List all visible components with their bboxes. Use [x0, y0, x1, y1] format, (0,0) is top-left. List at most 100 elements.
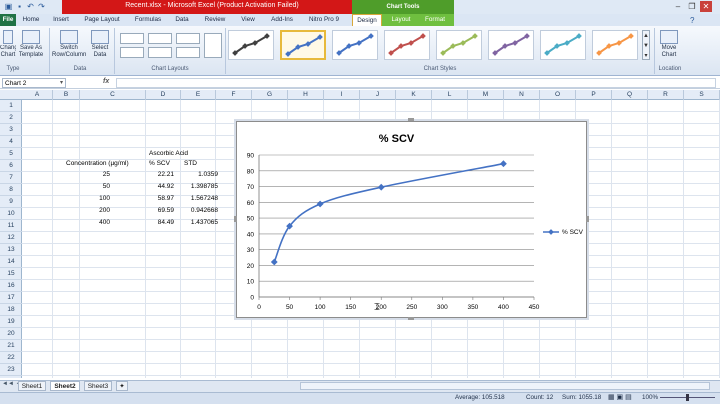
data-point-400[interactable] — [500, 160, 507, 168]
save-icon[interactable]: ▪ — [15, 2, 24, 11]
cell-std-3[interactable]: 1.567248 — [174, 193, 218, 205]
tab-design[interactable]: Design — [352, 14, 382, 26]
column-header-s[interactable]: S — [684, 90, 720, 100]
column-header-f[interactable]: F — [216, 90, 252, 100]
change-chart-type-button[interactable]: Change Chart Type — [0, 30, 16, 59]
move-chart-button[interactable]: Move Chart — [658, 30, 680, 59]
sheet-tab-1[interactable]: Sheet1 — [18, 381, 46, 391]
row-header-11[interactable]: 11 — [0, 220, 22, 232]
help-icon[interactable]: ? — [690, 16, 694, 25]
close-icon[interactable]: ✕ — [700, 1, 712, 12]
row-header-2[interactable]: 2 — [0, 112, 22, 124]
save-as-template-button[interactable]: Save As Template — [16, 30, 46, 59]
row-header-4[interactable]: 4 — [0, 136, 22, 148]
chart-layout-4[interactable] — [120, 47, 144, 58]
tab-formulas[interactable]: Formulas — [130, 14, 166, 26]
row-header-10[interactable]: 10 — [0, 208, 22, 220]
name-box-dropdown-icon[interactable]: ▾ — [60, 79, 63, 86]
chart-layout-2[interactable] — [148, 33, 172, 44]
chart-style-5[interactable] — [436, 30, 482, 60]
chart-layout-3[interactable] — [176, 33, 200, 44]
chart-layout-1[interactable] — [120, 33, 144, 44]
row-header-9[interactable]: 9 — [0, 196, 22, 208]
tab-data[interactable]: Data — [170, 14, 194, 26]
excel-icon[interactable]: ▣ — [4, 2, 13, 11]
row-header-14[interactable]: 14 — [0, 256, 22, 268]
column-header-m[interactable]: M — [468, 90, 504, 100]
series-line[interactable] — [273, 162, 504, 263]
restore-icon[interactable]: ❐ — [686, 1, 698, 12]
select-data-button[interactable]: Select Data — [88, 30, 112, 59]
row-header-1[interactable]: 1 — [0, 100, 22, 112]
tab-review[interactable]: Review — [200, 14, 230, 26]
switch-row-column-button[interactable]: Switch Row/Column — [52, 30, 86, 59]
tab-file[interactable]: File — [0, 14, 16, 26]
formula-input[interactable] — [116, 78, 716, 88]
column-header-c[interactable]: C — [80, 90, 146, 100]
minimize-icon[interactable]: – — [672, 1, 684, 12]
data-point-200[interactable] — [377, 183, 385, 191]
chart-title[interactable]: % SCV — [379, 133, 415, 145]
chart-resize-handle-bottom[interactable] — [408, 317, 414, 320]
chart-resize-handle-left[interactable] — [234, 216, 237, 222]
chart-2[interactable]: % SCV 0 10 20 30 40 50 60 70 80 90 0 50 100 150 200 250 3… — [236, 121, 587, 318]
row-header-15[interactable]: 15 — [0, 268, 22, 280]
cell-std-2[interactable]: 1.398785 — [174, 181, 218, 193]
row-header-19[interactable]: 19 — [0, 316, 22, 328]
chart-layouts-more[interactable] — [204, 33, 222, 58]
chart-style-3[interactable] — [332, 30, 378, 60]
row-header-3[interactable]: 3 — [0, 124, 22, 136]
column-header-r[interactable]: R — [648, 90, 684, 100]
row-header-22[interactable]: 22 — [0, 352, 22, 364]
tab-view[interactable]: View — [236, 14, 260, 26]
column-header-i[interactable]: I — [324, 90, 360, 100]
chart-style-6[interactable] — [488, 30, 534, 60]
cell-scv-1[interactable]: 22.21 — [130, 169, 174, 181]
row-header-7[interactable]: 7 — [0, 172, 22, 184]
tab-add-ins[interactable]: Add-Ins — [264, 14, 300, 26]
cell-scv-2[interactable]: 44.92 — [130, 181, 174, 193]
name-box[interactable]: Chart 2 — [2, 78, 66, 88]
insert-sheet-icon[interactable]: ✦ — [116, 381, 128, 391]
chart-resize-handle-right[interactable] — [586, 216, 589, 222]
column-header-b[interactable]: B — [53, 90, 80, 100]
data-point-25[interactable] — [270, 258, 278, 266]
data-point-100[interactable] — [316, 200, 324, 208]
column-header-n[interactable]: N — [504, 90, 540, 100]
row-header-8[interactable]: 8 — [0, 184, 22, 196]
cell-conc-1[interactable]: 25 — [66, 169, 110, 181]
view-normal-icon[interactable]: ▦ ▣ ▤ — [608, 393, 632, 403]
tab-nitro[interactable]: Nitro Pro 9 — [304, 14, 344, 26]
redo-icon[interactable]: ↷ — [37, 2, 46, 11]
cell-std-1[interactable]: 1.0359 — [174, 169, 218, 181]
sheet-tab-3[interactable]: Sheet3 — [84, 381, 112, 391]
column-header-g[interactable]: G — [252, 90, 288, 100]
zoom-level[interactable]: 100% — [642, 393, 658, 403]
tab-format[interactable]: Format — [420, 14, 450, 26]
row-header-17[interactable]: 17 — [0, 292, 22, 304]
cell-std-5[interactable]: 1.437065 — [174, 217, 218, 229]
row-header-13[interactable]: 13 — [0, 244, 22, 256]
chart-style-2[interactable] — [280, 30, 326, 60]
column-header-k[interactable]: K — [396, 90, 432, 100]
column-header-d[interactable]: D — [146, 90, 181, 100]
styles-scroll[interactable]: ▲ ▼ ▾ — [642, 30, 650, 60]
tab-page-layout[interactable]: Page Layout — [80, 14, 124, 26]
row-header-20[interactable]: 20 — [0, 328, 22, 340]
cell-conc-3[interactable]: 100 — [66, 193, 110, 205]
fx-icon[interactable]: fx — [103, 78, 109, 85]
column-header-p[interactable]: P — [576, 90, 612, 100]
row-header-23[interactable]: 23 — [0, 364, 22, 376]
chart-legend[interactable]: % SCV — [543, 229, 584, 236]
tab-home[interactable]: Home — [18, 14, 44, 26]
cell-conc-4[interactable]: 200 — [66, 205, 110, 217]
sheet-tab-2[interactable]: Sheet2 — [50, 381, 80, 391]
column-header-l[interactable]: L — [432, 90, 468, 100]
horizontal-scrollbar[interactable] — [300, 382, 710, 390]
column-header-e[interactable]: E — [181, 90, 216, 100]
row-header-16[interactable]: 16 — [0, 280, 22, 292]
cell-std-4[interactable]: 0.942668 — [174, 205, 218, 217]
column-header-j[interactable]: J — [360, 90, 396, 100]
chart-resize-handle-top[interactable] — [408, 118, 414, 121]
cell-scv-3[interactable]: 58.97 — [130, 193, 174, 205]
